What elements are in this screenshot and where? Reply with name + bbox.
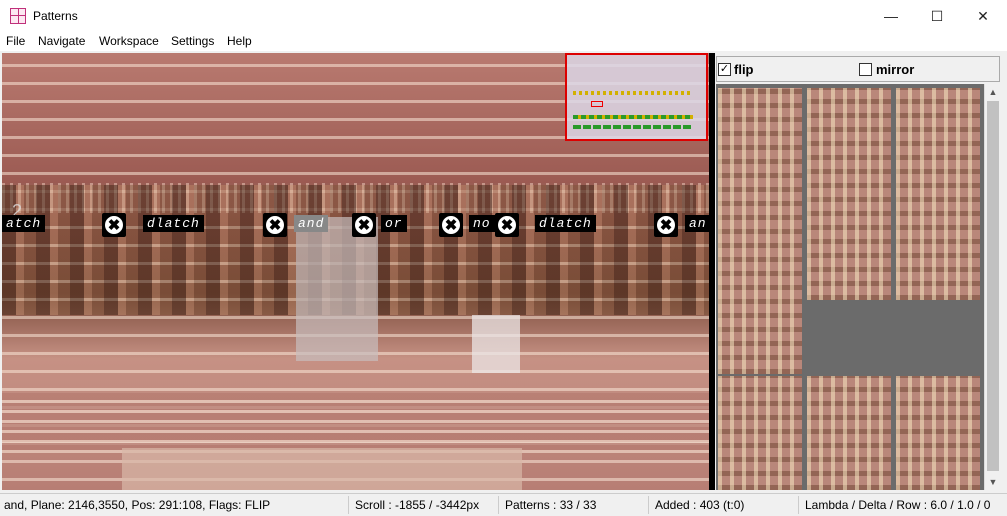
- status-divider: [498, 496, 499, 514]
- app-icon: [10, 8, 26, 24]
- pattern-thumbnails: [716, 84, 984, 490]
- pattern-thumbnail[interactable]: [896, 376, 980, 490]
- menu-workspace[interactable]: Workspace: [99, 34, 159, 48]
- splitter[interactable]: [709, 53, 715, 490]
- selected-pattern-overlay[interactable]: [296, 217, 378, 361]
- status-added: Added : 403 (t:0): [655, 498, 745, 512]
- flip-checkbox[interactable]: ✓: [718, 63, 731, 76]
- close-icon: ✖: [353, 214, 375, 236]
- pattern-thumbnail[interactable]: [807, 88, 891, 300]
- pattern-label[interactable]: no: [469, 215, 495, 232]
- thumbnails-scrollbar[interactable]: ▲ ▼: [984, 84, 1000, 490]
- pattern-label-selected[interactable]: and: [294, 215, 329, 232]
- pad-area: [122, 448, 522, 490]
- pattern-thumbnail[interactable]: [718, 88, 802, 374]
- minimap-row: [573, 115, 693, 119]
- sidebar-options: ✓ flip mirror: [716, 56, 1000, 82]
- close-icon: ✖: [496, 214, 518, 236]
- status-pattern-info: and, Plane: 2146,3550, Pos: 291:108, Fla…: [4, 498, 271, 512]
- mirror-label[interactable]: mirror: [876, 62, 914, 77]
- remove-pattern-button[interactable]: ✖: [263, 213, 287, 237]
- pattern-label[interactable]: dlatch: [535, 215, 596, 232]
- scroll-up-icon[interactable]: ▲: [985, 84, 1001, 100]
- minimap[interactable]: [565, 53, 708, 141]
- title-bar: Patterns — ☐ ✕: [0, 0, 1007, 32]
- remove-pattern-button[interactable]: ✖: [654, 213, 678, 237]
- pattern-overlay[interactable]: [472, 315, 520, 373]
- status-patterns: Patterns : 33 / 33: [505, 498, 597, 512]
- pattern-label[interactable]: atch: [2, 215, 46, 232]
- status-divider: [648, 496, 649, 514]
- menu-bar: File Navigate Workspace Settings Help: [0, 32, 1007, 51]
- close-icon: ✖: [264, 214, 286, 236]
- menu-navigate[interactable]: Navigate: [38, 34, 85, 48]
- maximize-button[interactable]: ☐: [914, 0, 960, 32]
- close-button[interactable]: ✕: [960, 0, 1006, 32]
- close-icon: ✖: [103, 214, 125, 236]
- pattern-label[interactable]: dlatch: [143, 215, 204, 232]
- close-icon: ✖: [440, 214, 462, 236]
- minimap-row: [573, 91, 693, 95]
- status-divider: [348, 496, 349, 514]
- remove-pattern-button[interactable]: ✖: [495, 213, 519, 237]
- remove-pattern-button[interactable]: ✖: [352, 213, 376, 237]
- menu-settings[interactable]: Settings: [171, 34, 214, 48]
- close-icon: ✖: [655, 214, 677, 236]
- scrollbar-thumb[interactable]: [987, 101, 999, 471]
- pattern-label[interactable]: or: [381, 215, 407, 232]
- status-divider: [798, 496, 799, 514]
- scroll-down-icon[interactable]: ▼: [985, 474, 1001, 490]
- minimap-row: [573, 125, 693, 129]
- remove-pattern-button[interactable]: ✖: [102, 213, 126, 237]
- pattern-thumbnail[interactable]: [718, 376, 802, 490]
- status-bar: and, Plane: 2146,3550, Pos: 291:108, Fla…: [0, 493, 1007, 516]
- status-lambda: Lambda / Delta / Row : 6.0 / 1.0 / 0: [805, 498, 991, 512]
- window-title: Patterns: [33, 9, 78, 23]
- pattern-thumbnail[interactable]: [896, 88, 980, 300]
- menu-file[interactable]: File: [6, 34, 25, 48]
- menu-help[interactable]: Help: [227, 34, 252, 48]
- pattern-thumbnail[interactable]: [807, 376, 891, 490]
- mirror-checkbox[interactable]: [859, 63, 872, 76]
- minimize-button[interactable]: —: [868, 0, 914, 32]
- status-scroll: Scroll : -1855 / -3442px: [355, 498, 480, 512]
- minimap-viewport[interactable]: [591, 101, 603, 107]
- remove-pattern-button[interactable]: ✖: [439, 213, 463, 237]
- pattern-label[interactable]: an: [685, 215, 709, 232]
- flip-label[interactable]: flip: [734, 62, 754, 77]
- metal-tracks-bottom: [2, 393, 709, 453]
